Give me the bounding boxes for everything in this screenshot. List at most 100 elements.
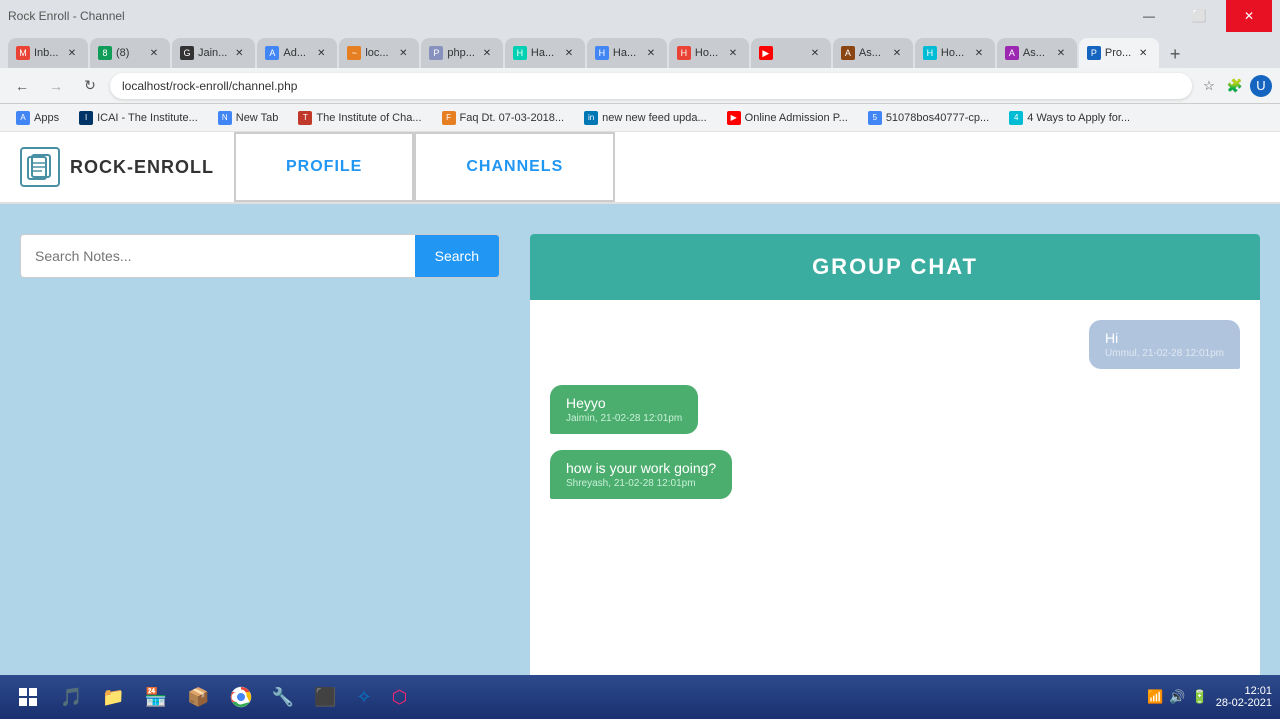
tab-label-ho2: Ho... [941, 47, 967, 59]
taskbar-app-terminal[interactable]: ⬛ [306, 679, 344, 715]
tab-php[interactable]: P php... ✕ [421, 38, 503, 68]
tab-favicon-ass2: A [1005, 46, 1019, 60]
bookmark-apps[interactable]: A Apps [8, 109, 67, 127]
message-sender-work: Shreyash [566, 478, 608, 489]
bookmark-favicon-icai: I [79, 111, 93, 125]
bookmark-label-4ways: 4 Ways to Apply for... [1027, 112, 1130, 124]
close-button[interactable]: ✕ [1226, 0, 1272, 32]
tab-how[interactable]: H Ho... ✕ [669, 38, 749, 68]
bookmarks-bar: A Apps I ICAI - The Institute... N New T… [0, 104, 1280, 132]
tab-label-local: loc... [365, 47, 391, 59]
logo-icon [20, 147, 60, 187]
chat-title: GROUP CHAT [812, 254, 978, 279]
nav-tab-channels[interactable]: CHANNELS [414, 132, 615, 202]
message-text-hi: Hi [1105, 330, 1224, 346]
tab-close-ass2[interactable]: ✕ [1053, 45, 1069, 61]
search-notes-input[interactable] [21, 248, 415, 264]
search-button[interactable]: Search [415, 235, 499, 277]
tab-favicon-8: 8 [98, 46, 112, 60]
bookmark-faq[interactable]: F Faq Dt. 07-03-2018... [434, 109, 573, 127]
bookmark-label-faq: Faq Dt. 07-03-2018... [460, 112, 565, 124]
tab-close-ass1[interactable]: ✕ [889, 45, 905, 61]
tab-yt[interactable]: ▶ ✕ [751, 38, 831, 68]
tab-ass1[interactable]: A As... ✕ [833, 38, 913, 68]
extensions-icon[interactable]: 🧩 [1224, 75, 1246, 97]
tab-ha2[interactable]: H Ha... ✕ [587, 38, 667, 68]
taskbar-app-store[interactable]: 🏪 [137, 679, 175, 715]
title-bar: Rock Enroll - Channel — ⬜ ✕ [0, 0, 1280, 32]
nav-tab-profile[interactable]: PROFILE [234, 132, 414, 202]
tab-close-github[interactable]: ✕ [231, 45, 247, 61]
address-input[interactable] [110, 73, 1192, 99]
taskbar-right: 📶 🔊 🔋 12:01 28-02-2021 [1147, 685, 1272, 709]
search-button-label: Search [435, 248, 479, 264]
taskbar-icon-battery: 🔋 [1192, 689, 1208, 705]
tab-label-how: Ho... [695, 47, 721, 59]
taskbar-app-sublimetext[interactable]: ⬡ [384, 679, 416, 715]
tab-close-how[interactable]: ✕ [725, 45, 741, 61]
tab-ho2[interactable]: H Ho... ✕ [915, 38, 995, 68]
bookmark-favicon-youtube: ▶ [727, 111, 741, 125]
tab-ads[interactable]: A Ad... ✕ [257, 38, 337, 68]
taskbar-app-vlc[interactable]: 🎵 [52, 679, 90, 715]
refresh-button[interactable]: ↻ [76, 72, 104, 100]
taskbar-app-vscode[interactable]: ✧ [349, 679, 380, 715]
tab-gmail[interactable]: M Inb... ✕ [8, 38, 88, 68]
minimize-button[interactable]: — [1126, 0, 1172, 32]
tab-label-ass2: As... [1023, 47, 1049, 59]
bookmark-linkedin[interactable]: in new new feed upda... [576, 109, 715, 127]
taskbar-app-xampp[interactable]: 🔧 [264, 679, 302, 715]
logo-text: ROCK-ENROLL [70, 157, 214, 178]
address-bar-icons: ☆ 🧩 U [1198, 75, 1272, 97]
tab-close-ads[interactable]: ✕ [313, 45, 329, 61]
star-icon[interactable]: ☆ [1198, 75, 1220, 97]
tab-local[interactable]: ~ loc... ✕ [339, 38, 419, 68]
message-text-work: how is your work going? [566, 460, 716, 476]
bookmark-4ways[interactable]: 4 4 Ways to Apply for... [1001, 109, 1138, 127]
tab-pro[interactable]: P Pro... ✕ [1079, 38, 1159, 68]
tab-ha1[interactable]: H Ha... ✕ [505, 38, 585, 68]
message-time-work: 21-02-28 12:01pm [614, 478, 696, 489]
tab-close-php[interactable]: ✕ [479, 45, 495, 61]
tab-close-ha2[interactable]: ✕ [643, 45, 659, 61]
tab-label-ha1: Ha... [531, 47, 557, 59]
bookmark-51078[interactable]: 5 51078bos40777-cp... [860, 109, 997, 127]
bookmark-favicon-linkedin: in [584, 111, 598, 125]
tab-label-8: (8) [116, 47, 142, 59]
tab-favicon-yt: ▶ [759, 46, 773, 60]
bookmark-newtab[interactable]: N New Tab [210, 109, 287, 127]
message-meta-hi: Ummul, 21-02-28 12:01pm [1105, 348, 1224, 359]
taskbar-app-archive[interactable]: 📦 [179, 679, 217, 715]
message-time-hi: 21-02-28 12:01pm [1142, 348, 1224, 359]
start-button[interactable] [8, 679, 48, 715]
new-tab-button[interactable]: + [1161, 40, 1189, 68]
maximize-button[interactable]: ⬜ [1176, 0, 1222, 32]
bookmark-youtube[interactable]: ▶ Online Admission P... [719, 109, 856, 127]
profile-icon[interactable]: U [1250, 75, 1272, 97]
tab-close-yt[interactable]: ✕ [807, 45, 823, 61]
tab-close-8[interactable]: ✕ [146, 45, 162, 61]
back-button[interactable]: ← [8, 72, 36, 100]
message-hi: Hi Ummul, 21-02-28 12:01pm [550, 320, 1240, 369]
main-content: Search GROUP CHAT Hi Ummul, 21-02-28 12:… [0, 204, 1280, 719]
address-bar-row: ← → ↻ ☆ 🧩 U [0, 68, 1280, 104]
taskbar-app-files[interactable]: 📁 [94, 679, 132, 715]
bookmark-institute[interactable]: T The Institute of Cha... [290, 109, 429, 127]
bookmark-label-linkedin: new new feed upda... [602, 112, 707, 124]
tab-favicon-how: H [677, 46, 691, 60]
tab-8[interactable]: 8 (8) ✕ [90, 38, 170, 68]
tab-close-gmail[interactable]: ✕ [64, 45, 80, 61]
forward-button[interactable]: → [42, 72, 70, 100]
tab-close-pro[interactable]: ✕ [1135, 45, 1151, 61]
tab-ass2[interactable]: A As... ✕ [997, 38, 1077, 68]
bookmark-icai[interactable]: I ICAI - The Institute... [71, 109, 206, 127]
tab-github[interactable]: G Jain... ✕ [172, 38, 255, 68]
tab-close-ho2[interactable]: ✕ [971, 45, 987, 61]
chat-panel: GROUP CHAT Hi Ummul, 21-02-28 12:01pm He… [530, 234, 1260, 689]
taskbar: 🎵 📁 🏪 📦 🔧 ⬛ ✧ ⬡ 📶 🔊 🔋 12:01 28-02-2021 [0, 675, 1280, 719]
taskbar-app-chrome[interactable] [222, 679, 260, 715]
tab-label-ads: Ad... [283, 47, 309, 59]
tab-close-ha1[interactable]: ✕ [561, 45, 577, 61]
tab-close-local[interactable]: ✕ [395, 45, 411, 61]
message-sender-hi: Ummul [1105, 348, 1137, 359]
